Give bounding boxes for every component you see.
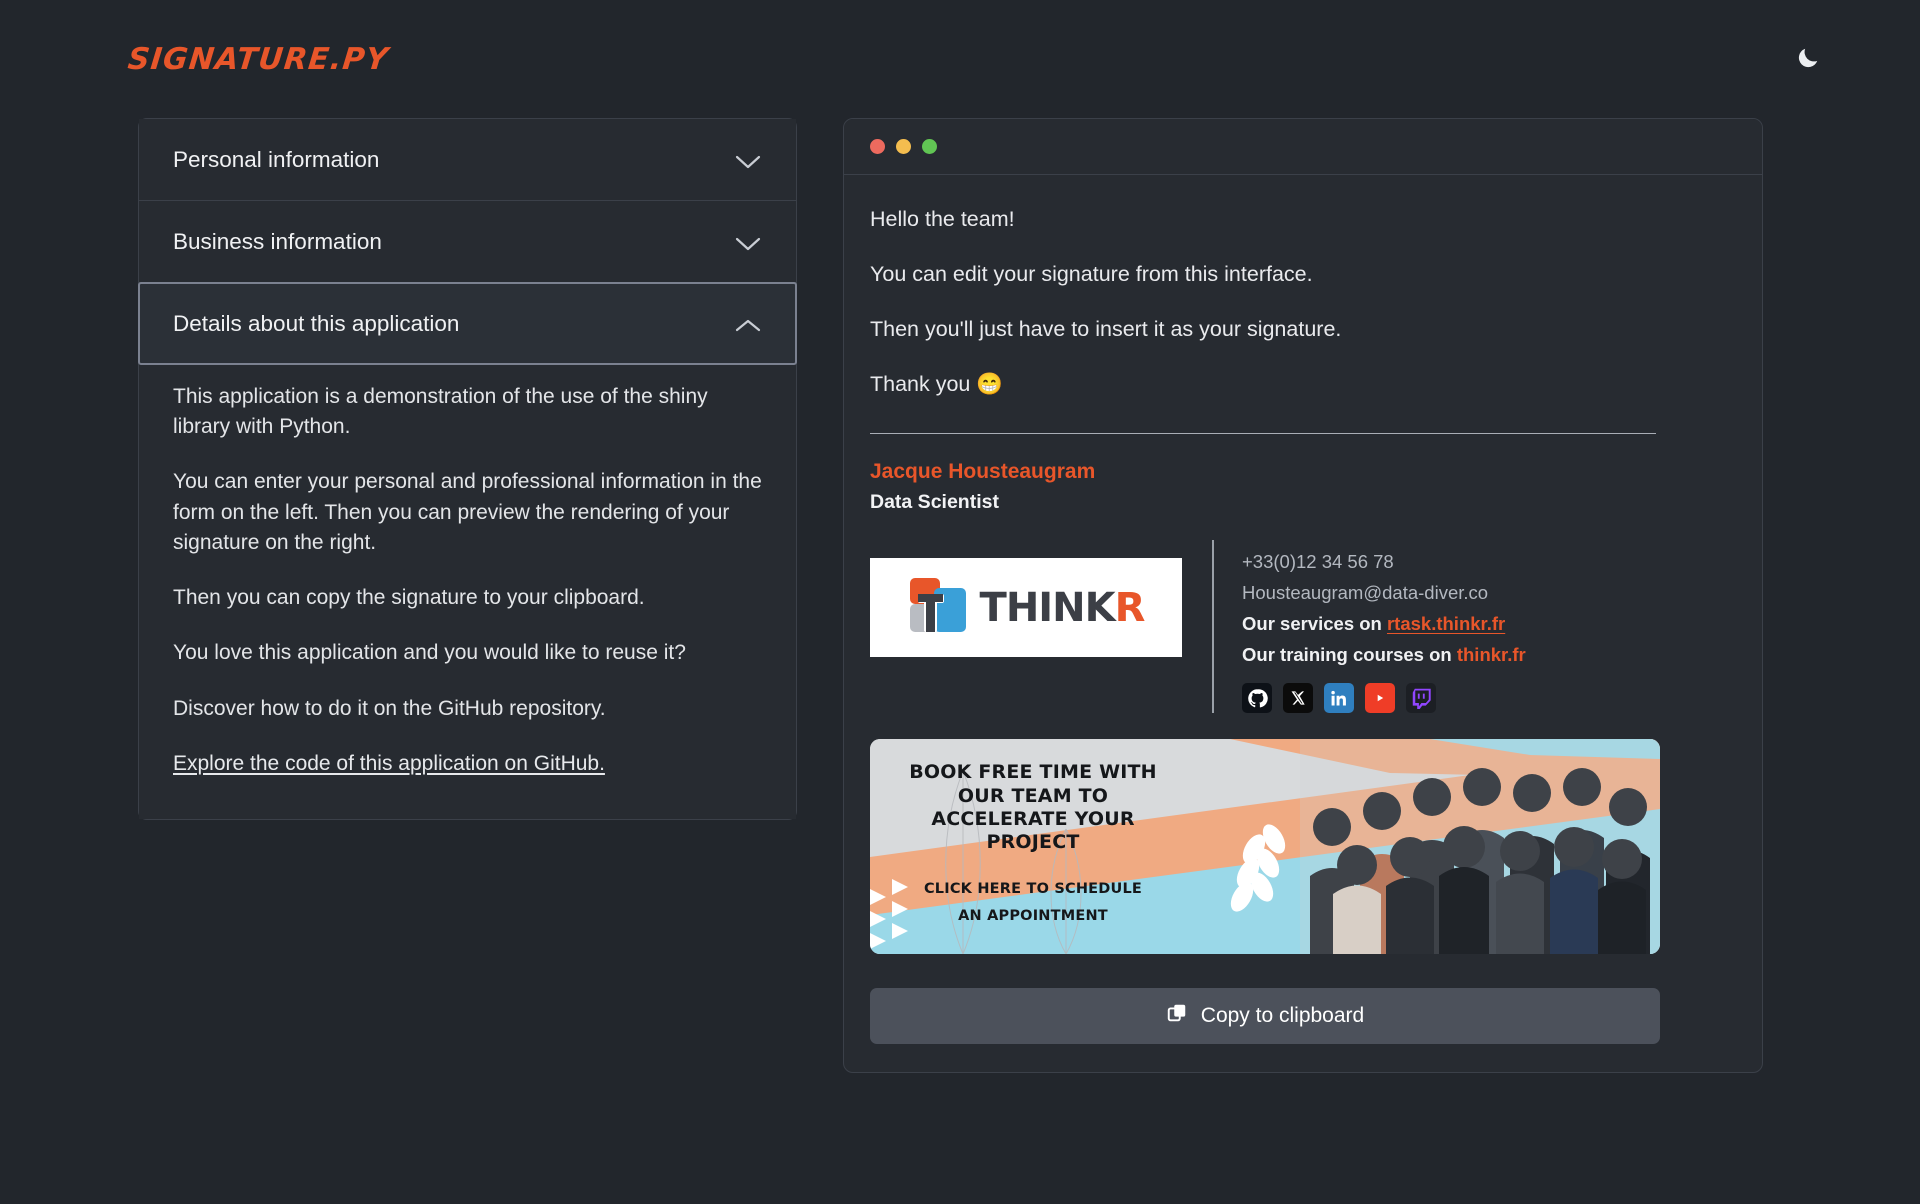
- contact-services-label: Our services on: [1242, 613, 1382, 635]
- mail-line: Then you'll just have to insert it as yo…: [870, 317, 1342, 342]
- signature-divider: [870, 433, 1656, 435]
- contact-training-row: Our training courses on thinkr.fr: [1242, 639, 1526, 670]
- app-header: signature.py: [0, 0, 1920, 118]
- details-paragraph: You can enter your personal and professi…: [173, 470, 762, 554]
- moon-icon: [1795, 45, 1821, 74]
- twitch-icon[interactable]: [1406, 683, 1436, 714]
- window-maximize-dot[interactable]: [922, 139, 937, 154]
- accordion-header-business-information[interactable]: Business information: [139, 201, 796, 282]
- mail-body: Hello the team! You can edit your signat…: [844, 175, 1762, 1072]
- contact-phone: +33(0)12 34 56 78: [1242, 551, 1394, 573]
- details-paragraph: You love this application and you would …: [173, 641, 686, 665]
- contact-email: Housteaugram@data-diver.co: [1242, 582, 1489, 604]
- accordion-label-personal-information: Personal information: [173, 146, 380, 172]
- preview-titlebar: [844, 119, 1762, 175]
- accordion-label-details-about-this-application: Details about this application: [173, 310, 460, 336]
- details-paragraph: This application is a demonstration of t…: [173, 385, 708, 439]
- accordion-item-personal-information: Personal information: [139, 119, 796, 201]
- chevron-up-icon: [734, 315, 762, 333]
- github-icon[interactable]: [1242, 683, 1272, 714]
- mail-closing: Thank you 😁: [870, 372, 1004, 397]
- main-layout: Personal information Business informatio…: [0, 118, 1920, 1074]
- window-minimize-dot[interactable]: [896, 139, 911, 154]
- contact-details: +33(0)12 34 56 78 Housteaugram@data-dive…: [1212, 540, 1526, 714]
- accordion-item-business-information: Business information: [139, 201, 796, 283]
- contact-services-link[interactable]: rtask.thinkr.fr: [1387, 613, 1505, 634]
- signature-role: Data Scientist: [870, 491, 999, 514]
- window-close-dot[interactable]: [870, 139, 885, 154]
- contact-services-row: Our services on rtask.thinkr.fr: [1242, 608, 1526, 639]
- signature-name: Jacque Housteaugram: [870, 460, 1096, 484]
- banner-subline-1: CLICK HERE TO SCHEDULE: [923, 881, 1143, 898]
- chevron-down-icon: [734, 151, 762, 169]
- company-logo: THINKR: [870, 558, 1182, 658]
- accordion-item-details-about-this-application: Details about this application This appl…: [138, 282, 797, 820]
- youtube-icon[interactable]: [1365, 683, 1395, 714]
- github-repository-link[interactable]: Explore the code of this application on …: [173, 752, 605, 775]
- theme-toggle-button[interactable]: [1786, 37, 1830, 81]
- signature-middle-row: THINKR +33(0)12 34 56 78 Housteaugram@da…: [870, 540, 1730, 714]
- logo-text-dark: THINK: [979, 584, 1116, 631]
- linkedin-icon[interactable]: [1324, 683, 1354, 714]
- social-links: [1242, 683, 1526, 714]
- banner-subline-2: AN APPOINTMENT: [958, 907, 1108, 924]
- copy-to-clipboard-label: Copy to clipboard: [1200, 1004, 1365, 1028]
- accordion-label-business-information: Business information: [173, 228, 382, 254]
- app-brand-title: signature.py: [126, 41, 391, 77]
- signature-preview-card: Hello the team! You can edit your signat…: [843, 118, 1763, 1074]
- mail-line: You can edit your signature from this in…: [870, 262, 1313, 287]
- accordion-header-details-about-this-application[interactable]: Details about this application: [138, 282, 797, 365]
- contact-training-label: Our training courses on: [1242, 644, 1452, 666]
- x-twitter-icon[interactable]: [1283, 683, 1313, 714]
- form-accordion: Personal information Business informatio…: [138, 118, 797, 821]
- copy-icon: [1166, 1002, 1188, 1030]
- chevron-down-icon: [734, 233, 762, 251]
- copy-to-clipboard-button[interactable]: Copy to clipboard: [870, 988, 1660, 1045]
- details-paragraph: Then you can copy the signature to your …: [173, 586, 645, 610]
- mail-greeting: Hello the team!: [870, 207, 1015, 231]
- accordion-body-details: This application is a demonstration of t…: [139, 364, 796, 820]
- appointment-banner[interactable]: BOOK FREE TIME WITH OUR TEAM TO ACCELERA…: [870, 739, 1660, 955]
- thinkr-mark-icon: [908, 574, 974, 641]
- details-paragraph: Discover how to do it on the GitHub repo…: [173, 696, 606, 720]
- accordion-header-personal-information[interactable]: Personal information: [139, 119, 796, 200]
- banner-headline: BOOK FREE TIME WITH OUR TEAM TO ACCELERA…: [909, 761, 1157, 853]
- logo-text-accent: R: [1114, 584, 1146, 631]
- contact-training-link[interactable]: thinkr.fr: [1457, 644, 1526, 665]
- banner-text: BOOK FREE TIME WITH OUR TEAM TO ACCELERA…: [888, 761, 1178, 929]
